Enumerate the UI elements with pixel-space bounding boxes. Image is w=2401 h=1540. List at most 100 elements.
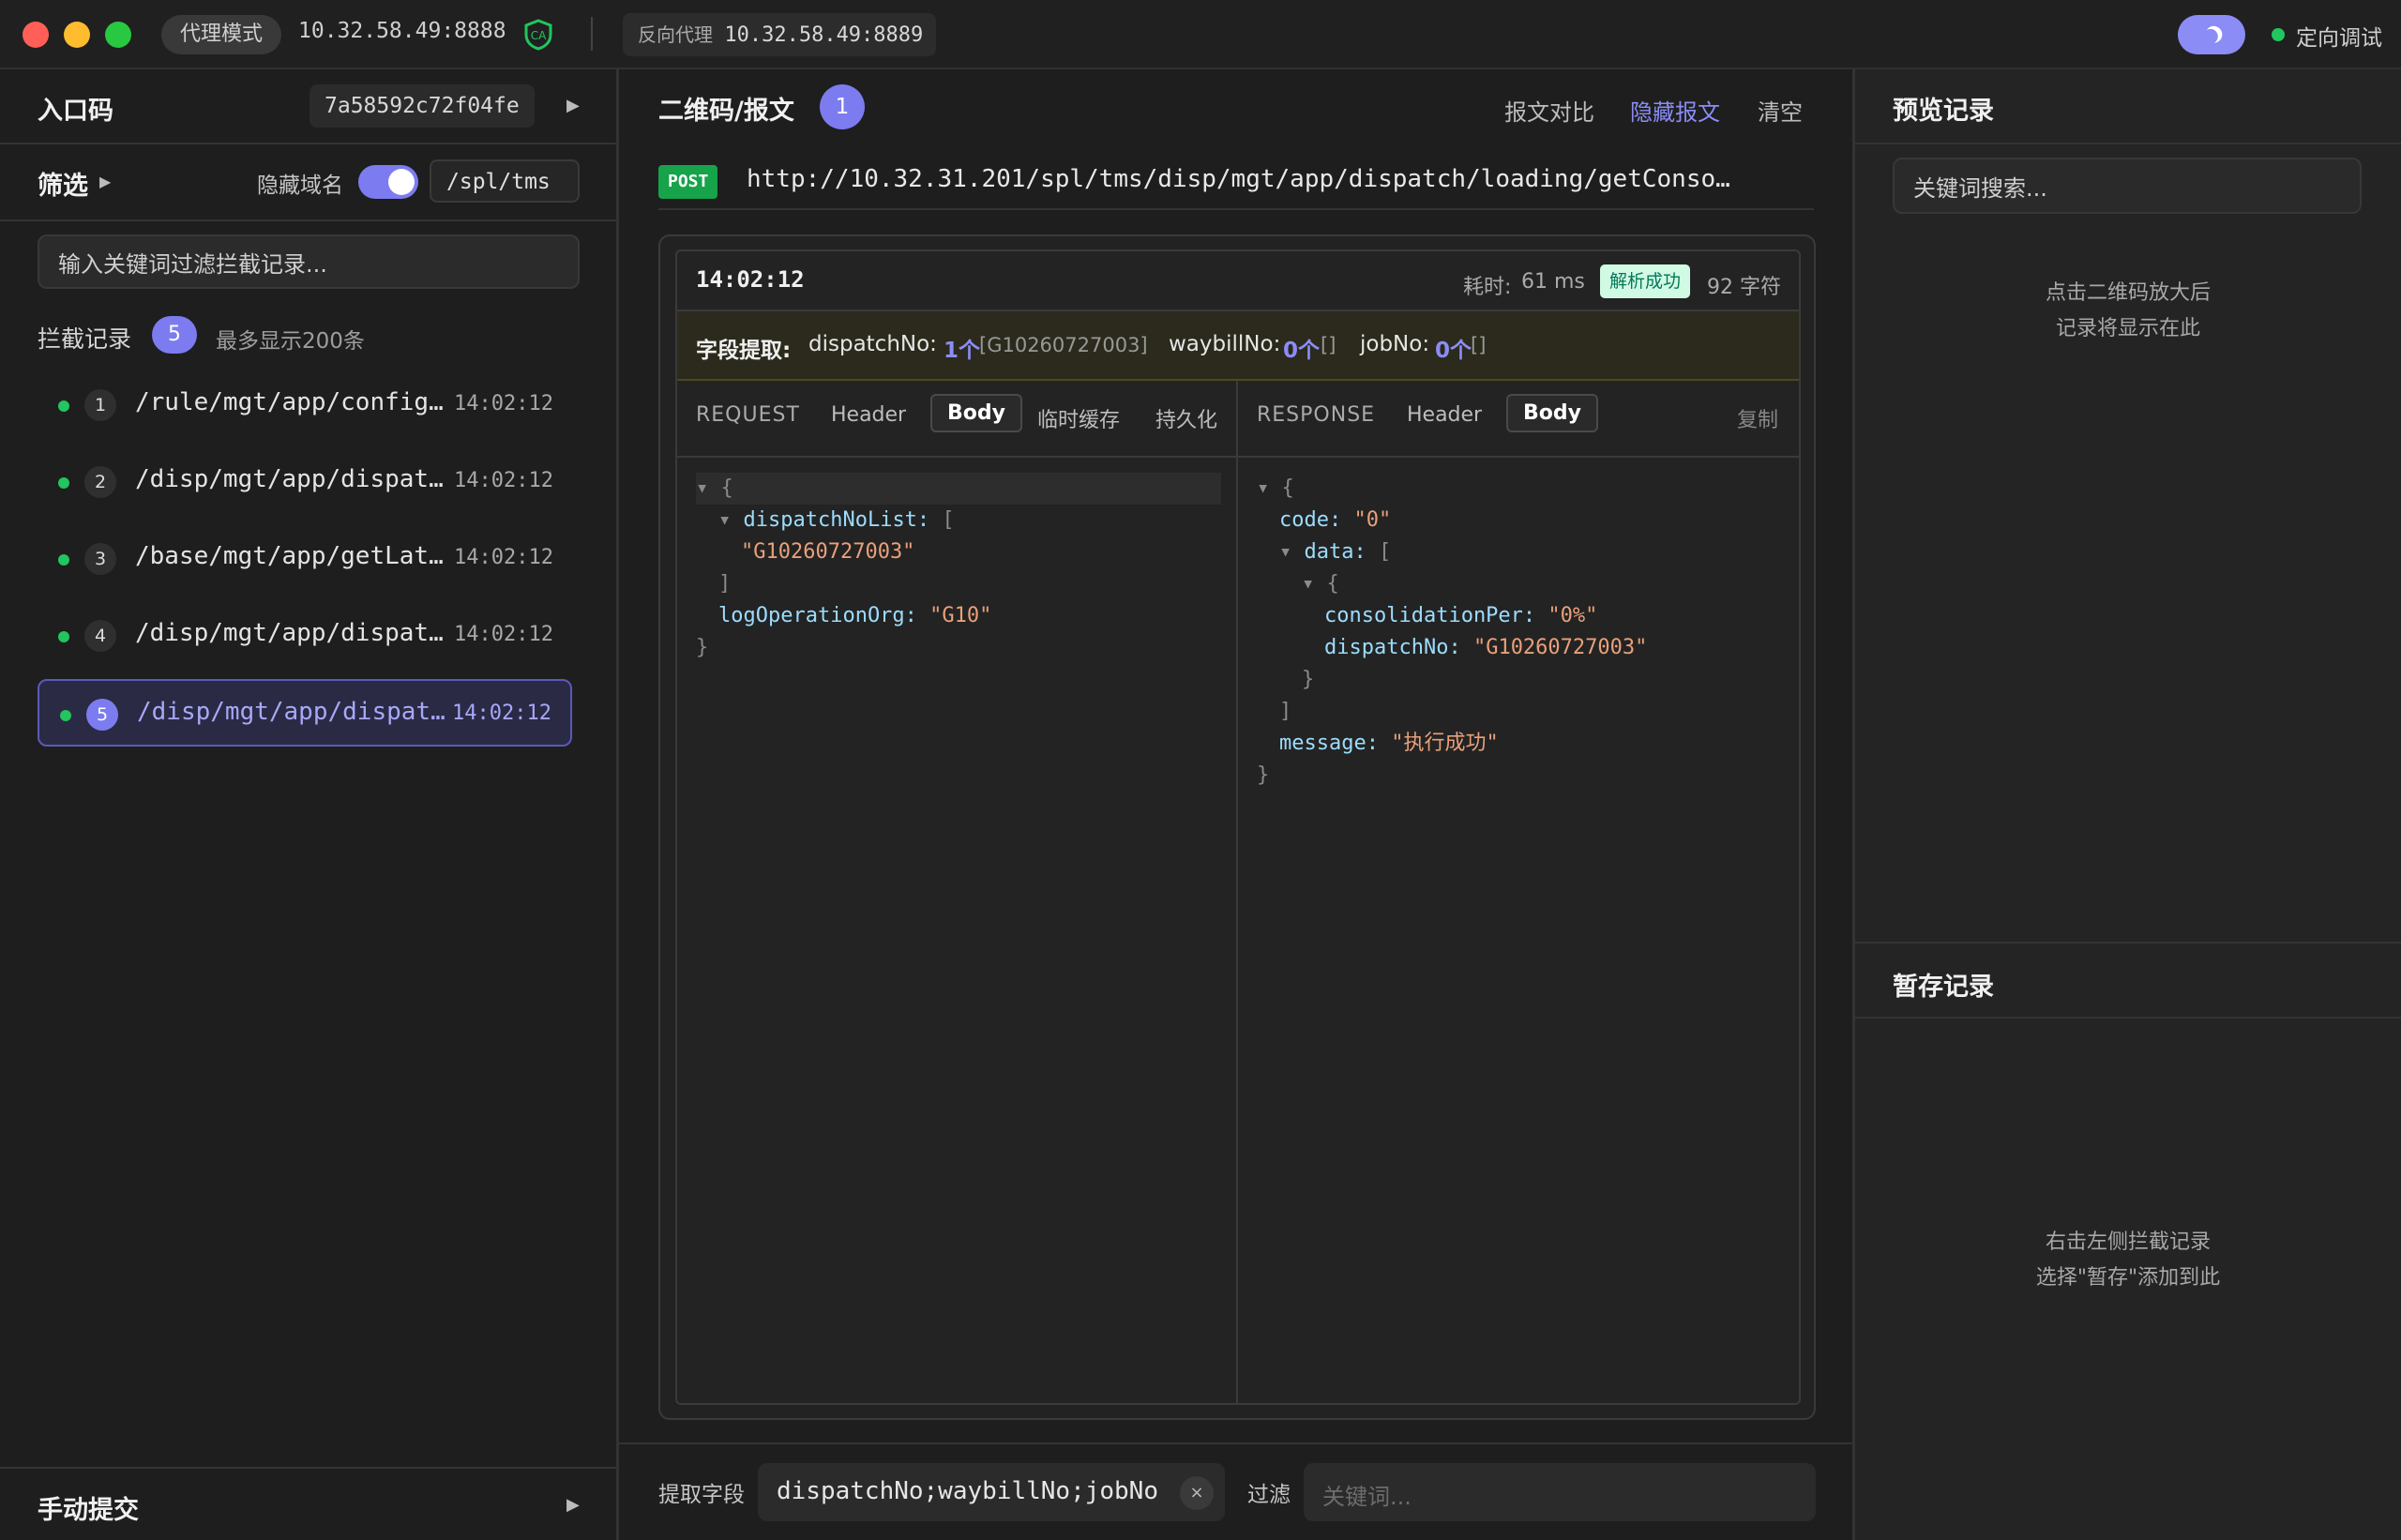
debug-status-dot — [2272, 28, 2285, 41]
extract-field-values: [] — [1471, 334, 1487, 356]
copy-button[interactable]: 复制 — [1737, 403, 1778, 433]
request-tabs: REQUEST Header Body 临时缓存 持久化 — [677, 381, 1236, 458]
elapsed-value: 61 ms — [1521, 270, 1585, 294]
hide-domain-toggle[interactable] — [358, 165, 418, 199]
json-line: ▾ { — [1257, 476, 1294, 500]
json-line: } — [1302, 668, 1315, 691]
response-json: ▾ { code: "0" ▾ data: [ ▾ { consolidatio… — [1257, 473, 1782, 792]
clear-button[interactable]: 清空 — [1758, 94, 1803, 127]
json-line: consolidationPer: "0%" — [1257, 600, 1782, 632]
entry-title: 入口码 — [38, 97, 113, 126]
status-dot — [60, 710, 71, 721]
tab-request-header[interactable]: Header — [831, 403, 906, 427]
directed-debug-label[interactable]: 定向调试 — [2296, 20, 2382, 52]
json-line: logOperationOrg: "G10" — [696, 600, 1221, 632]
maximize-window-button[interactable] — [105, 22, 131, 48]
entry-play-icon[interactable]: ▶ — [566, 96, 580, 115]
compare-button[interactable]: 报文对比 — [1504, 94, 1594, 127]
right-panel: 预览记录 关键词搜索... 点击二维码放大后 记录将显示在此 暂存记录 右击左侧… — [1855, 69, 2401, 1540]
preview-search-input[interactable]: 关键词搜索... — [1893, 158, 2362, 214]
record-item[interactable]: 3 /base/mgt/app/getLate… 14:02:12 — [38, 525, 572, 593]
record-item[interactable]: 1 /rule/mgt/app/configA… 14:02:12 — [38, 371, 572, 439]
request-title: REQUEST — [696, 403, 800, 427]
message-meta: 14:02:12 耗时: 61 ms 解析成功 92 字符 — [677, 251, 1799, 311]
record-number: 1 — [84, 389, 116, 421]
record-time: 14:02:12 — [454, 546, 553, 569]
record-number: 2 — [84, 466, 116, 498]
stash-hint-line: 右击左侧拦截记录 — [2045, 1230, 2211, 1254]
json-line: dispatchNo: "G10260727003" — [1257, 632, 1782, 664]
records-limit: 最多显示200条 — [216, 329, 365, 354]
response-pane: RESPONSE Header Body 复制 ▾ { code: "0" ▾ … — [1238, 381, 1799, 1403]
filter-title[interactable]: 筛选 — [38, 165, 88, 202]
response-tabs: RESPONSE Header Body 复制 — [1238, 381, 1799, 458]
json-line: ▾ data: [ — [1279, 540, 1392, 564]
record-path: /disp/mgt/app/dispatc… — [135, 619, 445, 647]
filter-expand-icon[interactable]: ▶ — [99, 173, 111, 190]
json-key: dispatchNoList: — [743, 508, 930, 532]
manual-submit-expand-icon[interactable]: ▶ — [566, 1495, 580, 1515]
extract-fields-input[interactable]: dispatchNo;waybillNo;jobNo × — [758, 1463, 1225, 1521]
status-dot — [58, 477, 69, 489]
left-panel: 入口码 7a58592c72f04fe ▶ 筛选 ▶ 隐藏域名 /spl/tms… — [0, 69, 619, 1540]
message-inner: 14:02:12 耗时: 61 ms 解析成功 92 字符 字段提取: disp… — [675, 249, 1801, 1405]
preview-header: 预览记录 — [1855, 69, 2401, 144]
json-key: code: — [1279, 508, 1342, 532]
tab-request-persist[interactable]: 持久化 — [1155, 403, 1217, 433]
status-dot — [58, 400, 69, 412]
request-pane: REQUEST Header Body 临时缓存 持久化 ▾ { ▾ dispa… — [677, 381, 1238, 1403]
json-key: logOperationOrg: — [718, 604, 917, 627]
manual-submit-bar[interactable]: 手动提交 ▶ — [0, 1467, 616, 1540]
json-key: consolidationPer: — [1324, 604, 1536, 627]
proxy-mode-pill[interactable]: 代理模式 — [161, 15, 282, 54]
tab-request-body[interactable]: Body — [930, 394, 1022, 432]
message-time: 14:02:12 — [696, 266, 805, 293]
tab-response-header[interactable]: Header — [1407, 403, 1482, 427]
main-count-badge: 1 — [820, 84, 865, 129]
extract-field-count: 1个 — [944, 339, 981, 363]
json-string: "0" — [1353, 508, 1392, 532]
char-count: 92 字符 — [1707, 276, 1781, 299]
status-dot — [58, 554, 69, 566]
tab-response-body[interactable]: Body — [1506, 394, 1598, 432]
tab-request-cache[interactable]: 临时缓存 — [1037, 403, 1120, 433]
preview-title: 预览记录 — [1893, 97, 1994, 126]
extract-field-count: 0个 — [1283, 339, 1321, 363]
preview-empty-hint: 点击二维码放大后 记录将显示在此 — [1855, 276, 2401, 347]
theme-toggle-button[interactable] — [2178, 15, 2245, 54]
extract-fields-label: 提取字段 — [658, 1483, 745, 1507]
record-item-selected[interactable]: 5 /disp/mgt/app/dispatc… 14:02:12 — [38, 679, 572, 747]
status-dot — [58, 631, 69, 642]
record-time: 14:02:12 — [454, 623, 553, 646]
minimize-window-button[interactable] — [64, 22, 90, 48]
title-bar: 代理模式 10.32.58.49:8888 CA 反向代理 10.32.58.4… — [0, 0, 2401, 69]
reverse-proxy-box[interactable]: 反向代理 10.32.58.49:8889 — [623, 13, 936, 56]
certificate-shield-icon[interactable]: CA — [523, 19, 553, 51]
record-item[interactable]: 4 /disp/mgt/app/dispatc… 14:02:12 — [38, 602, 572, 670]
entry-header: 入口码 7a58592c72f04fe ▶ — [0, 69, 616, 144]
json-line: code: "0" — [1257, 505, 1782, 536]
entry-code[interactable]: 7a58592c72f04fe — [310, 84, 535, 128]
close-window-button[interactable] — [23, 22, 49, 48]
extract-label: 字段提取: — [696, 339, 792, 363]
record-filter-input[interactable]: 输入关键词过滤拦截记录... — [38, 234, 580, 289]
main-panel: 二维码/报文 1 报文对比 隐藏报文 清空 POST http://10.32.… — [619, 69, 1855, 1540]
filter-placeholder: 关键词... — [1322, 1484, 1412, 1510]
json-string: "G10" — [929, 604, 992, 627]
json-key: data: — [1304, 540, 1367, 564]
preview-hint-line: 点击二维码放大后 — [2045, 281, 2211, 305]
extract-field-name: jobNo: — [1360, 332, 1430, 356]
svg-text:CA: CA — [531, 29, 547, 42]
request-url-bar: POST http://10.32.31.201/spl/tms/disp/mg… — [658, 148, 1814, 210]
json-string: "执行成功" — [1391, 732, 1499, 755]
request-url[interactable]: http://10.32.31.201/spl/tms/disp/mgt/app… — [747, 165, 1806, 193]
json-key: dispatchNo: — [1324, 636, 1461, 659]
record-item[interactable]: 2 /disp/mgt/app/dispatc… 14:02:12 — [38, 448, 572, 516]
json-line: ] — [718, 572, 732, 596]
parse-status-badge: 解析成功 — [1600, 264, 1691, 298]
hide-message-button[interactable]: 隐藏报文 — [1630, 94, 1720, 127]
path-prefix-input[interactable]: /spl/tms — [430, 159, 580, 203]
clear-extract-icon[interactable]: × — [1180, 1476, 1214, 1510]
filter-input[interactable]: 关键词... — [1304, 1463, 1816, 1521]
extract-field-values: [G10260727003] — [979, 334, 1148, 356]
